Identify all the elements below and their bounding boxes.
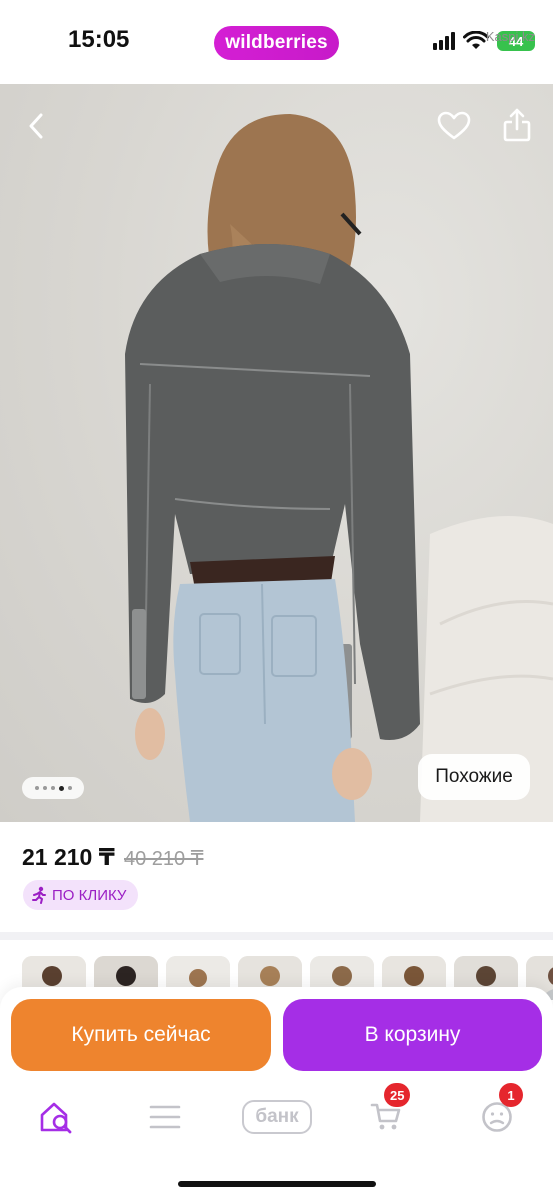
- share-icon: [503, 108, 531, 142]
- image-pagination: [22, 777, 84, 799]
- action-sheet: Купить сейчас В корзину банк 25 1: [0, 987, 553, 1200]
- home-indicator: [178, 1181, 376, 1187]
- promo-badge[interactable]: ПО КЛИКУ: [23, 880, 139, 910]
- page-dot: [67, 786, 72, 790]
- catalog-icon: [149, 1105, 181, 1129]
- buy-now-button[interactable]: Купить сейчас: [11, 999, 271, 1071]
- tab-bank[interactable]: банк: [241, 1087, 313, 1147]
- home-search-icon: [40, 1102, 72, 1134]
- tab-cart[interactable]: 25: [356, 1083, 416, 1147]
- overlay-tag: Kaspi.kz: [485, 29, 535, 44]
- tab-catalog[interactable]: [135, 1087, 195, 1147]
- bank-icon: банк: [242, 1100, 312, 1134]
- tab-home[interactable]: [26, 1087, 86, 1147]
- similar-button[interactable]: Похожие: [418, 754, 530, 800]
- product-image[interactable]: Похожие: [0, 84, 553, 822]
- tab-profile[interactable]: 1: [467, 1083, 527, 1147]
- signal-icon: [433, 32, 455, 50]
- page-dot: [42, 786, 47, 790]
- product-photo: [125, 114, 553, 822]
- page-dot-active: [58, 785, 64, 791]
- profile-count-badge: 1: [499, 1083, 523, 1107]
- tab-bar: банк 25 1: [0, 1083, 553, 1151]
- cart-count-badge: 25: [384, 1083, 411, 1107]
- chevron-left-icon: [29, 113, 43, 139]
- page-dot: [34, 786, 39, 790]
- section-divider: [0, 932, 553, 940]
- share-button[interactable]: [497, 104, 537, 146]
- add-to-cart-button[interactable]: В корзину: [283, 999, 542, 1071]
- bank-label: банк: [255, 1106, 299, 1127]
- favorite-button[interactable]: [434, 106, 474, 146]
- price-block: 21 210 ₸ 40 210 ₸ ПО КЛИКУ: [0, 822, 553, 932]
- brand-logo: wildberries: [214, 26, 339, 60]
- promo-label: ПО КЛИКУ: [52, 886, 127, 904]
- price-current: 21 210 ₸: [22, 844, 115, 870]
- status-time: 15:05: [68, 26, 130, 53]
- page-dot: [50, 786, 55, 790]
- status-bar: 15:05 wildberries 44 Kaspi.kz: [0, 0, 553, 84]
- running-person-icon: [32, 886, 46, 904]
- heart-icon: [437, 111, 471, 140]
- price-old: 40 210 ₸: [124, 848, 204, 870]
- back-button[interactable]: [18, 108, 54, 144]
